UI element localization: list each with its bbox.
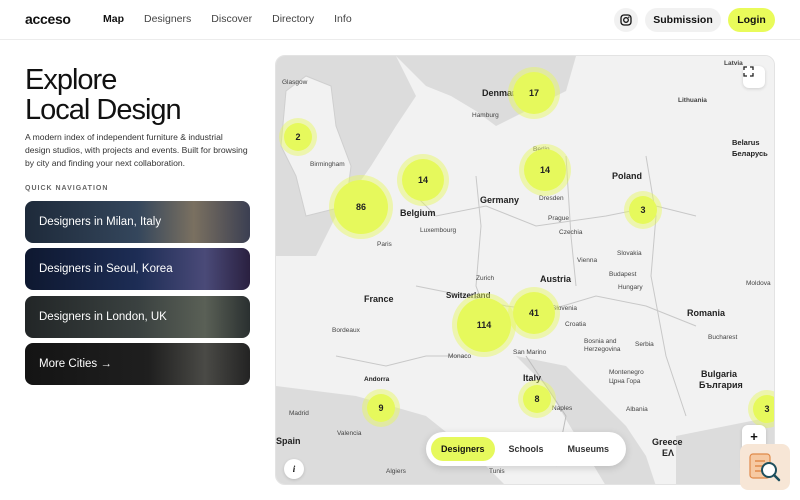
map-label-luxembourg: Luxembourg bbox=[420, 227, 457, 234]
map-basemap bbox=[276, 56, 774, 484]
map-label-bulgaria-local: България bbox=[699, 380, 743, 390]
map-cluster[interactable]: 86 bbox=[334, 180, 388, 234]
map-label-france: France bbox=[364, 294, 394, 304]
fullscreen-glyph bbox=[743, 66, 754, 77]
map-label-bulgaria: Bulgaria bbox=[701, 369, 738, 379]
map-cluster[interactable]: 14 bbox=[402, 159, 444, 201]
map-label-slovakia: Slovakia bbox=[617, 250, 642, 257]
quick-nav-milan[interactable]: Designers in Milan, Italy bbox=[25, 201, 250, 243]
map-city-vienna: Vienna bbox=[577, 257, 598, 264]
search-document-icon[interactable] bbox=[740, 444, 790, 490]
map-cluster[interactable]: 41 bbox=[513, 292, 555, 334]
map-city-dresden: Dresden bbox=[539, 195, 564, 202]
search-document-glyph bbox=[749, 453, 781, 482]
nav-item-designers[interactable]: Designers bbox=[144, 13, 191, 25]
nav-item-map[interactable]: Map bbox=[103, 13, 124, 25]
map-city-valencia: Valencia bbox=[337, 430, 362, 437]
login-button[interactable]: Login bbox=[728, 8, 775, 32]
map-filter-bar: Designers Schools Museums bbox=[426, 432, 626, 466]
map-cluster[interactable]: 14 bbox=[524, 149, 566, 191]
quick-nav-label: Designers in London, UK bbox=[39, 311, 167, 323]
filter-schools[interactable]: Schools bbox=[499, 437, 554, 461]
map-cluster[interactable]: 9 bbox=[367, 394, 395, 422]
quick-nav-more-cities[interactable]: More Cities → bbox=[25, 343, 250, 385]
map-city-glasgow: Glasgow bbox=[282, 79, 308, 86]
instagram-glyph bbox=[620, 14, 632, 26]
map-label-albania: Albania bbox=[626, 406, 648, 413]
map-label-hungary: Hungary bbox=[618, 284, 643, 291]
top-navbar: acceso Map Designers Discover Directory … bbox=[0, 0, 800, 40]
quick-nav-seoul[interactable]: Designers in Seoul, Korea bbox=[25, 248, 250, 290]
map-label-romania: Romania bbox=[687, 308, 726, 318]
quick-nav-label: Designers in Seoul, Korea bbox=[39, 263, 173, 275]
map-label-austria: Austria bbox=[540, 274, 572, 284]
map-label-lithuania: Lithuania bbox=[678, 97, 707, 104]
map-label-poland: Poland bbox=[612, 171, 643, 181]
map-cluster[interactable]: 3 bbox=[753, 395, 774, 423]
logo[interactable]: acceso bbox=[25, 11, 71, 27]
map-city-tunis: Tunis bbox=[489, 468, 505, 475]
map-city-algiers: Algiers bbox=[386, 468, 406, 475]
map-label-slovenia: Slovenia bbox=[552, 305, 577, 312]
map-city-hamburg: Hamburg bbox=[472, 112, 499, 119]
filter-museums[interactable]: Museums bbox=[558, 437, 620, 461]
page: acceso Map Designers Discover Directory … bbox=[0, 0, 800, 500]
map-label-montenegro-local: Црна Гора bbox=[609, 378, 641, 385]
map-cluster[interactable]: 3 bbox=[629, 196, 657, 224]
nav-item-info[interactable]: Info bbox=[334, 13, 352, 25]
intro-description: A modern index of independent furniture … bbox=[25, 132, 248, 168]
map-label-montenegro: Montenegro bbox=[609, 369, 644, 376]
map-label-spain: Spain bbox=[276, 436, 301, 446]
nav-item-directory[interactable]: Directory bbox=[272, 13, 314, 25]
map-label-belarus: Belarus bbox=[732, 138, 760, 147]
map-label-greece-local: ΕΛ bbox=[662, 448, 675, 458]
main-nav: Map Designers Discover Directory Info bbox=[103, 13, 352, 25]
map-label-bosnia: Bosnia and Herzegovina bbox=[584, 338, 621, 353]
map-cluster[interactable]: 17 bbox=[513, 72, 555, 114]
submission-button[interactable]: Submission bbox=[645, 8, 721, 32]
map-cluster[interactable]: 114 bbox=[457, 298, 511, 352]
map-city-bordeaux: Bordeaux bbox=[332, 327, 360, 334]
map-city-san-marino: San Marino bbox=[513, 349, 547, 356]
map-city-paris: Paris bbox=[377, 241, 392, 248]
instagram-icon[interactable] bbox=[614, 8, 638, 32]
quick-nav-label: More Cities → bbox=[39, 358, 112, 370]
map-label-greece: Greece bbox=[652, 437, 683, 447]
map-view[interactable]: Denmark Latvia Lithuania Belarus Беларус… bbox=[275, 55, 775, 485]
map-city-budapest: Budapest bbox=[609, 271, 637, 278]
fullscreen-icon[interactable] bbox=[743, 66, 765, 88]
map-label-latvia: Latvia bbox=[724, 60, 743, 67]
map-label-serbia: Serbia bbox=[635, 341, 654, 348]
quick-nav-london[interactable]: Designers in London, UK bbox=[25, 296, 250, 338]
quick-nav-heading: QUICK NAVIGATION bbox=[25, 185, 109, 192]
title-line-1: Explore bbox=[25, 64, 117, 96]
map-cluster[interactable]: 2 bbox=[284, 123, 312, 151]
map-city-andorra: Andorra bbox=[364, 376, 390, 383]
map-city-monaco: Monaco bbox=[448, 353, 472, 360]
map-label-italy: Italy bbox=[523, 373, 542, 383]
map-city-madrid: Madrid bbox=[289, 410, 309, 417]
title-line-2: Local Design bbox=[25, 94, 182, 126]
map-info-button[interactable]: i bbox=[284, 459, 304, 479]
filter-designers[interactable]: Designers bbox=[431, 437, 495, 461]
map-city-zurich: Zurich bbox=[476, 275, 495, 282]
map-label-germany: Germany bbox=[480, 195, 520, 205]
map-cluster[interactable]: 8 bbox=[523, 385, 551, 413]
map-label-belarus-local: Беларусь bbox=[732, 149, 768, 158]
map-label-moldova: Moldova bbox=[746, 280, 771, 287]
quick-nav-label: Designers in Milan, Italy bbox=[39, 216, 162, 228]
nav-item-discover[interactable]: Discover bbox=[211, 13, 252, 25]
map-city-naples: Naples bbox=[552, 405, 573, 412]
page-title: Explore Local Design bbox=[25, 64, 182, 126]
map-city-prague: Prague bbox=[548, 215, 569, 222]
map-label-czechia: Czechia bbox=[559, 229, 583, 236]
map-city-bucharest: Bucharest bbox=[708, 334, 738, 341]
map-city-birmingham: Birmingham bbox=[310, 161, 345, 168]
map-label-croatia: Croatia bbox=[565, 321, 586, 328]
map-label-belgium: Belgium bbox=[400, 208, 436, 218]
